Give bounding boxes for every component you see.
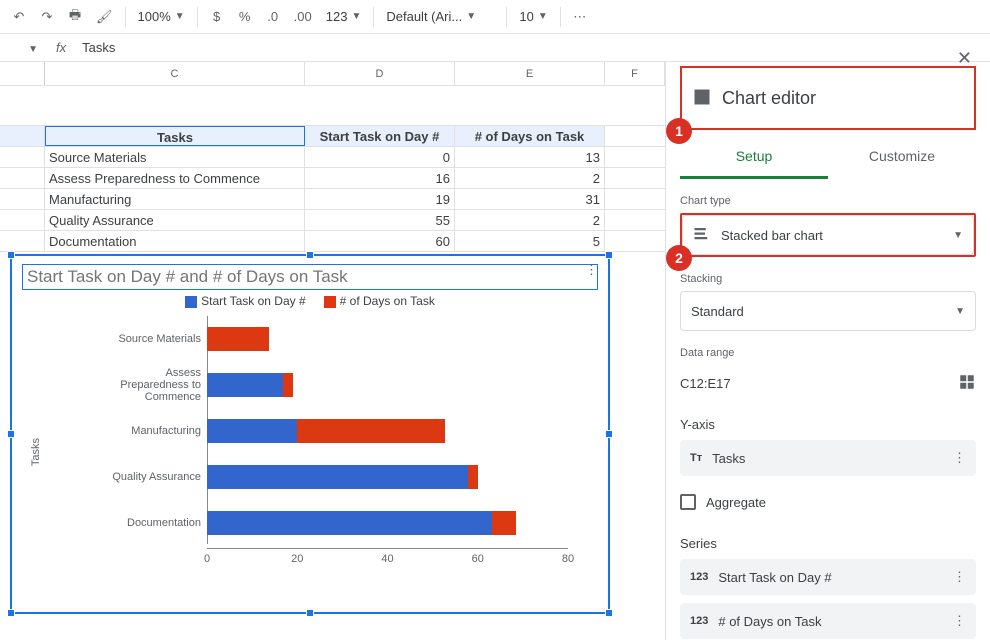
formula-bar: ▼ fx Tasks: [0, 34, 990, 62]
panel-title: Chart editor: [722, 88, 816, 109]
cell[interactable]: Source Materials: [45, 147, 305, 167]
cell[interactable]: Quality Assurance: [45, 210, 305, 230]
select-range-icon[interactable]: [958, 373, 976, 394]
y-axis-label: Tasks: [30, 438, 42, 466]
series-field[interactable]: 123 # of Days on Task⋮: [680, 603, 976, 639]
dec-decimal-button[interactable]: .0: [260, 4, 286, 30]
cell[interactable]: 0: [305, 147, 455, 167]
font-select[interactable]: Default (Ari...▼: [380, 9, 500, 24]
bar-row: Assess Preparedness to Commence: [112, 362, 588, 408]
bar-row: Source Materials: [112, 316, 588, 362]
paintformat-icon[interactable]: 🖌: [90, 4, 119, 30]
cell[interactable]: 60: [305, 231, 455, 251]
table-row: Source Materials013: [0, 147, 665, 168]
callout-badge: 2: [666, 245, 692, 271]
col-header[interactable]: E: [455, 62, 605, 85]
chart-menu-icon[interactable]: ⋮: [585, 262, 600, 278]
chart-legend: Start Task on Day # # of Days on Task: [12, 294, 608, 308]
callout-badge: 1: [666, 118, 692, 144]
cell[interactable]: # of Days on Task: [455, 126, 605, 146]
cell[interactable]: Start Task on Day #: [305, 126, 455, 146]
namebox-caret[interactable]: ▼: [0, 40, 46, 55]
cell[interactable]: 2: [455, 210, 605, 230]
undo-icon[interactable]: ↶: [6, 4, 32, 30]
stacking-label: Stacking: [680, 273, 976, 285]
tab-customize[interactable]: Customize: [828, 136, 976, 179]
toolbar: ↶ ↷ 🖶 🖌 100%▼ $ % .0 .00 123▼ Default (A…: [0, 0, 990, 34]
legend-swatch: [185, 296, 197, 308]
fontsize-select[interactable]: 10▼: [513, 9, 553, 24]
col-header[interactable]: D: [305, 62, 455, 85]
col-header[interactable]: C: [45, 62, 305, 85]
cell[interactable]: Documentation: [45, 231, 305, 251]
inc-decimal-button[interactable]: .00: [288, 4, 318, 30]
chart-title[interactable]: Start Task on Day # and # of Days on Tas…: [22, 264, 598, 290]
formula-value[interactable]: Tasks: [76, 40, 115, 55]
cell[interactable]: Assess Preparedness to Commence: [45, 168, 305, 188]
yaxis-label: Y-axis: [680, 417, 976, 432]
cell[interactable]: 55: [305, 210, 455, 230]
number-icon: 123: [690, 615, 708, 627]
chart-editor-icon: [692, 87, 712, 110]
embedded-chart[interactable]: ⋮ Start Task on Day # and # of Days on T…: [10, 254, 610, 614]
more-tools-icon[interactable]: ⋯: [567, 4, 593, 30]
series-field[interactable]: 123 Start Task on Day #⋮: [680, 559, 976, 595]
cell[interactable]: 5: [455, 231, 605, 251]
cell[interactable]: 2: [455, 168, 605, 188]
chart-type-label: Chart type: [680, 195, 976, 207]
tab-setup[interactable]: Setup: [680, 136, 828, 179]
spreadsheet-area[interactable]: C D E F Tasks Start Task on Day # # of D…: [0, 62, 665, 640]
column-headers: C D E F: [0, 62, 665, 86]
fx-icon: fx: [46, 40, 76, 55]
cell[interactable]: 16: [305, 168, 455, 188]
numformat-select[interactable]: 123▼: [320, 9, 368, 24]
text-icon: Tᴛ: [690, 452, 702, 464]
table-row: Documentation605: [0, 231, 665, 252]
table-row: Assess Preparedness to Commence162: [0, 168, 665, 189]
print-icon[interactable]: 🖶: [62, 4, 88, 30]
cell[interactable]: Tasks: [45, 126, 305, 146]
percent-button[interactable]: %: [232, 4, 258, 30]
col-header[interactable]: F: [605, 62, 665, 85]
number-icon: 123: [690, 571, 708, 583]
close-icon[interactable]: ✕: [957, 62, 972, 69]
series-label: Series: [680, 536, 976, 551]
bar-row: Documentation: [112, 500, 588, 546]
cell[interactable]: 31: [455, 189, 605, 209]
stacked-bar-icon: [693, 225, 711, 246]
table-header-row: Tasks Start Task on Day # # of Days on T…: [0, 126, 665, 147]
data-range-value[interactable]: C12:E17: [680, 376, 958, 391]
chart-type-select[interactable]: Stacked bar chart▼: [682, 215, 974, 255]
redo-icon[interactable]: ↷: [34, 4, 60, 30]
legend-swatch: [324, 296, 336, 308]
cell[interactable]: Manufacturing: [45, 189, 305, 209]
currency-button[interactable]: $: [204, 4, 230, 30]
cell[interactable]: 19: [305, 189, 455, 209]
cell[interactable]: 13: [455, 147, 605, 167]
zoom-select[interactable]: 100%▼: [132, 9, 191, 24]
stacking-select[interactable]: Standard▼: [680, 291, 976, 331]
chart-plot: Tasks Source MaterialsAssess Preparednes…: [62, 316, 588, 576]
table-row: Quality Assurance552: [0, 210, 665, 231]
aggregate-checkbox[interactable]: Aggregate: [680, 484, 976, 520]
bar-row: Manufacturing: [112, 408, 588, 454]
table-row: [0, 86, 665, 126]
editor-tabs: Setup Customize: [680, 136, 976, 179]
yaxis-field[interactable]: Tᴛ Tasks⋮: [680, 440, 976, 476]
data-range-label: Data range: [680, 347, 976, 359]
table-row: Manufacturing1931: [0, 189, 665, 210]
bar-row: Quality Assurance: [112, 454, 588, 500]
chart-editor-panel: Chart editor 1 ✕ Setup Customize Chart t…: [665, 62, 990, 640]
